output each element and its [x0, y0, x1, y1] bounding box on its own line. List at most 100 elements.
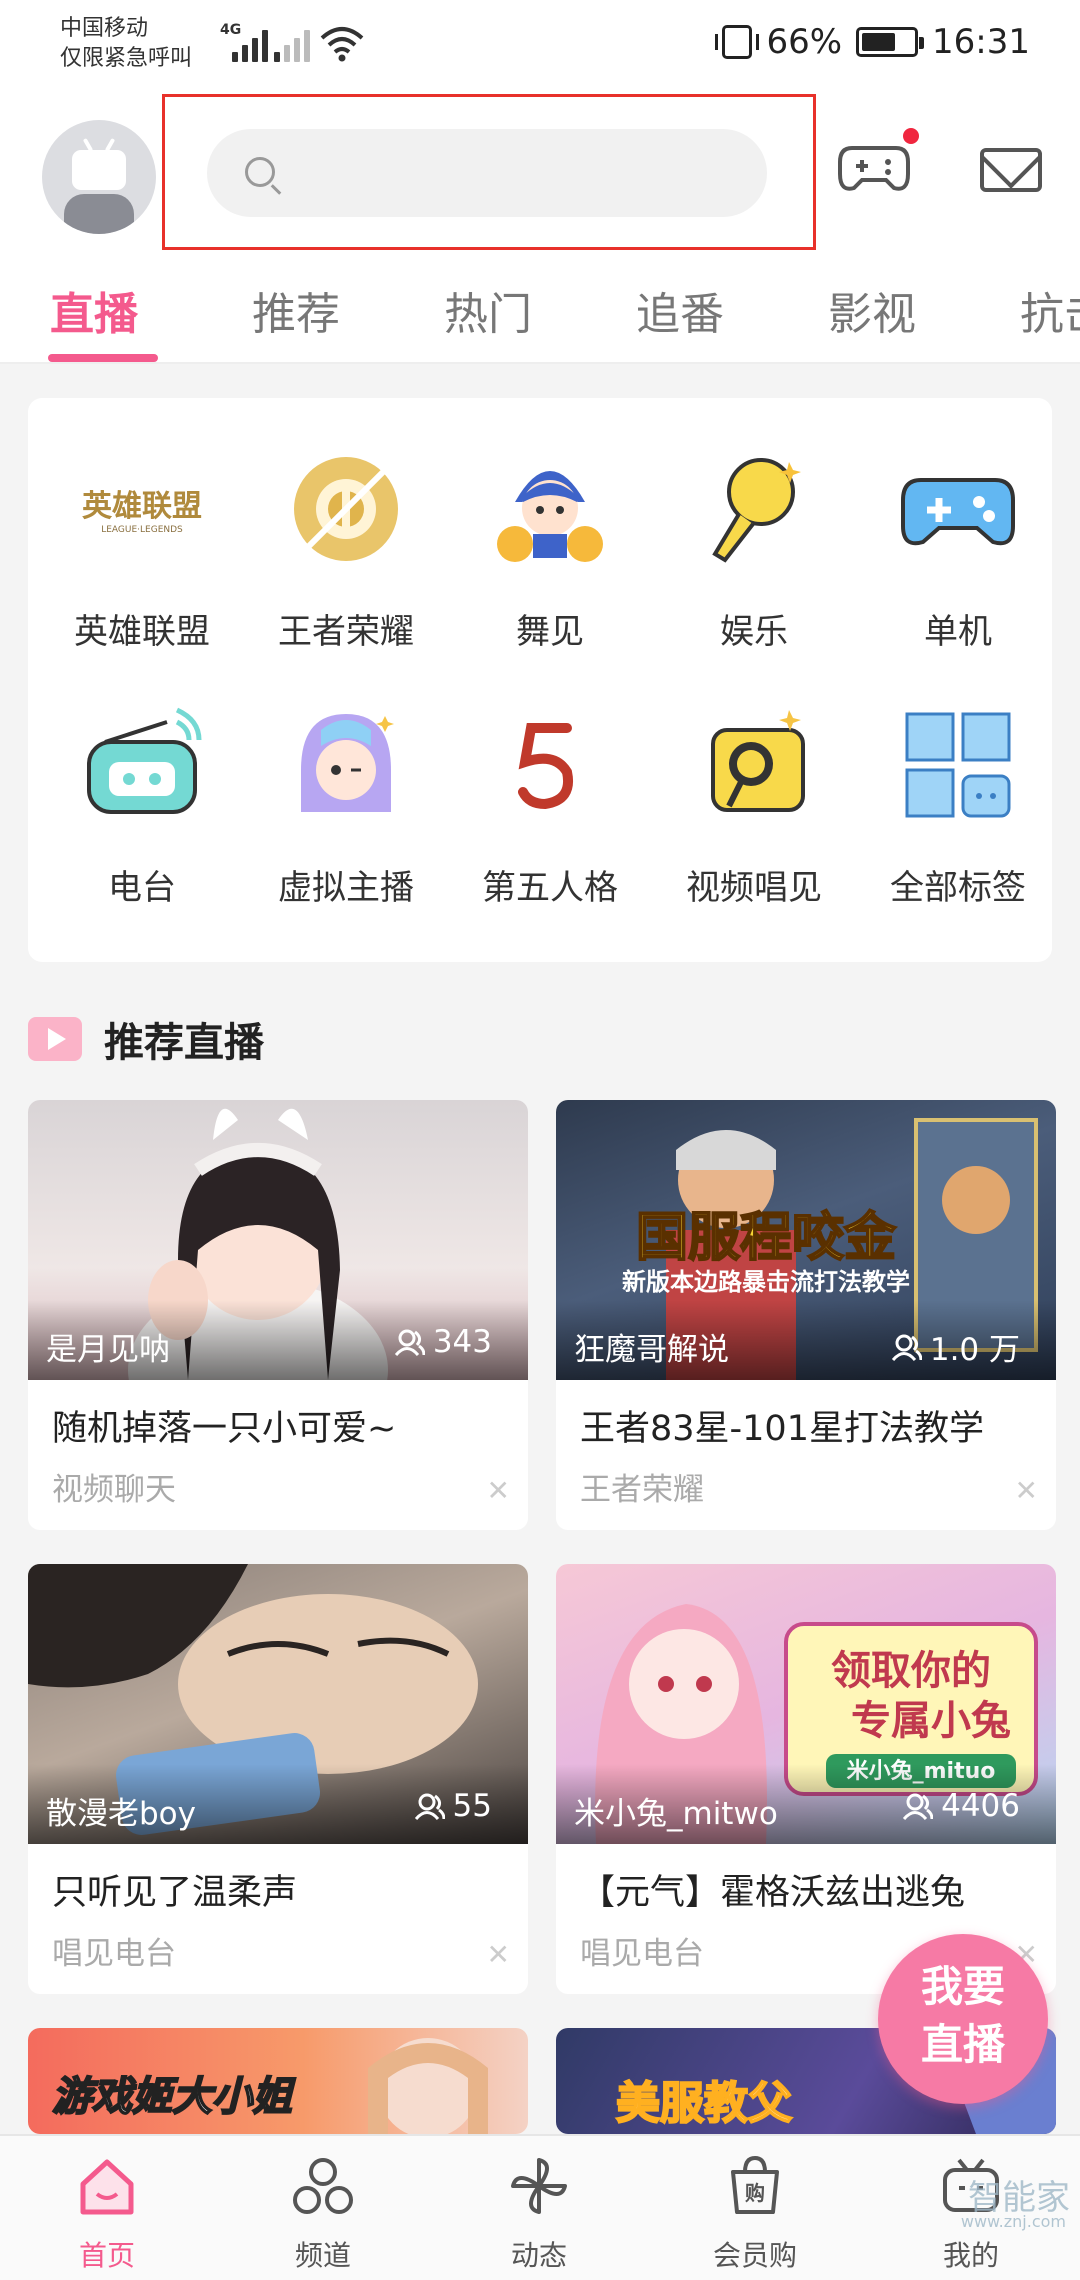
live-thumbnail: 游戏姬大小姐: [28, 2028, 528, 2134]
search-input[interactable]: [207, 129, 767, 217]
carrier-status: 仅限紧急呼叫: [60, 46, 193, 71]
nav-dynamic[interactable]: 动态: [464, 2154, 614, 2274]
viewer-number: 55: [452, 1788, 492, 1824]
viewers-icon: [394, 1328, 426, 1357]
identity-v-icon: [485, 700, 615, 830]
video-singing-icon: [689, 700, 819, 830]
section-title: 推荐直播: [104, 1020, 264, 1066]
thumbnail-overlay-title: 领取你的: [831, 1648, 991, 1694]
live-title: 【元气】霍格沃兹出逃兔: [580, 1873, 966, 1913]
category-video-singing[interactable]: 视频唱见: [652, 700, 856, 909]
go-live-line2: 直播: [920, 2020, 1005, 2069]
live-card[interactable]: 是月见呐 343 随机掉落一只小可爱~ 视频聊天 ✕: [28, 1100, 528, 1530]
category-virtual-streamer[interactable]: 虚拟主播: [244, 700, 448, 909]
viewer-count: 1.0 万: [891, 1324, 1020, 1369]
status-right: 66% 16:31: [715, 22, 1030, 62]
category-honor-of-kings[interactable]: 王者荣耀: [244, 444, 448, 653]
category-label: 全部标签: [890, 868, 1026, 908]
category-identity-v[interactable]: 第五人格: [448, 700, 652, 909]
tab-fight[interactable]: 抗击: [1020, 278, 1080, 342]
live-card[interactable]: 游戏姬大小姐: [28, 2028, 528, 2134]
viewer-number: 343: [432, 1324, 492, 1360]
channel-icon: [291, 2154, 355, 2218]
live-category: 视频聊天: [52, 1472, 176, 1508]
go-live-line1: 我要: [920, 1962, 1005, 2011]
game-center-icon[interactable]: [838, 140, 910, 196]
nav-member-shop[interactable]: 购 会员购: [680, 2154, 830, 2274]
dismiss-icon[interactable]: ✕: [487, 1474, 510, 1507]
tab-movies[interactable]: 影视: [828, 278, 916, 342]
live-title: 王者83星-101星打法教学: [580, 1409, 984, 1449]
league-of-legends-icon: 英雄联盟 LEAGUE·LEGENDS: [77, 444, 207, 574]
microphone-icon: [689, 444, 819, 574]
category-lol[interactable]: 英雄联盟 LEAGUE·LEGENDS 英雄联盟: [40, 444, 244, 653]
dismiss-icon[interactable]: ✕: [487, 1938, 510, 1971]
top-tabs: 直播 推荐 热门 追番 影视 抗击: [0, 260, 1080, 364]
category-all-tags[interactable]: 全部标签: [856, 700, 1060, 909]
watermark-url: www.znj.com: [960, 2212, 1066, 2231]
network-type: 4G: [220, 22, 242, 38]
nav-home[interactable]: 首页: [32, 2154, 182, 2274]
notification-dot: [903, 128, 919, 144]
category-dance[interactable]: 舞见: [448, 444, 652, 653]
category-grid: 英雄联盟 LEAGUE·LEGENDS 英雄联盟 王者荣耀 舞见 娱乐 单机 电台: [28, 398, 1052, 962]
shopping-bag-icon: 购: [723, 2154, 787, 2218]
anchor-name: 是月见呐: [46, 1332, 170, 1368]
category-label: 舞见: [516, 612, 584, 652]
bottom-navigation: 首页 频道 动态 购 会员购 我的: [0, 2134, 1080, 2280]
go-live-button[interactable]: 我要 直播: [878, 1934, 1048, 2104]
carrier-name: 中国移动: [60, 16, 149, 41]
category-label: 电台: [108, 868, 176, 908]
viewer-number: 4406: [941, 1788, 1020, 1824]
all-tags-icon: [893, 700, 1023, 830]
tab-anime[interactable]: 追番: [636, 278, 724, 342]
virtual-streamer-icon: [281, 700, 411, 830]
message-icon[interactable]: [980, 148, 1042, 192]
clock: 16:31: [932, 22, 1030, 62]
live-title: 随机掉落一只小可爱~: [52, 1409, 397, 1449]
status-bar: 中国移动 仅限紧急呼叫 4G 66% 16:31: [0, 0, 1080, 90]
svg-text:英雄联盟: 英雄联盟: [82, 489, 202, 524]
category-radio[interactable]: 电台: [40, 700, 244, 909]
viewer-count: 343: [394, 1324, 492, 1360]
category-label: 视频唱见: [686, 868, 822, 908]
anchor-name: 狂魔哥解说: [574, 1332, 729, 1368]
nav-label: 我的: [942, 2239, 999, 2272]
pinwheel-icon: [507, 2154, 571, 2218]
radio-icon: [77, 700, 207, 830]
signal-icon: 4G: [220, 22, 268, 62]
category-label: 王者荣耀: [278, 612, 414, 652]
live-card[interactable]: 散漫老boy 55 只听见了温柔声 唱见电台 ✕: [28, 1564, 528, 1994]
thumbnail-overlay-title-2: 专属小兔: [851, 1698, 1011, 1744]
category-entertainment[interactable]: 娱乐: [652, 444, 856, 653]
gamepad-icon: [893, 444, 1023, 574]
category-label: 娱乐: [720, 612, 788, 652]
tab-live[interactable]: 直播: [50, 278, 138, 342]
thumbnail-overlay-title: 国服程咬金: [636, 1208, 897, 1268]
avatar-tv-icon: [72, 150, 126, 190]
live-card[interactable]: 领取你的专属小兔米小兔_mituo 米小兔_mitwo 4406 【元气】霍格沃…: [556, 1564, 1056, 1994]
tab-recommend[interactable]: 推荐: [252, 278, 340, 342]
nav-channel[interactable]: 频道: [248, 2154, 398, 2274]
wifi-icon: [320, 27, 364, 62]
home-icon: [75, 2154, 139, 2218]
viewer-count: 4406: [902, 1788, 1020, 1824]
avatar[interactable]: [42, 120, 156, 234]
search-icon: [245, 157, 275, 187]
battery-percent: 66%: [766, 22, 843, 62]
category-single-player[interactable]: 单机: [856, 444, 1060, 653]
svg-text:购: 购: [745, 2181, 765, 2205]
dance-icon: [485, 444, 615, 574]
thumbnail-overlay-subtitle: 新版本边路暴击流打法教学: [622, 1268, 910, 1296]
search-highlight-box: [162, 94, 816, 250]
section-header: 推荐直播: [28, 1010, 264, 1068]
tab-hot[interactable]: 热门: [444, 278, 532, 342]
dismiss-icon[interactable]: ✕: [1015, 1474, 1038, 1507]
live-title: 只听见了温柔声: [52, 1873, 298, 1913]
nav-label: 会员购: [712, 2239, 797, 2272]
category-label: 单机: [924, 612, 992, 652]
viewers-icon: [414, 1792, 446, 1821]
viewer-number: 1.0 万: [929, 1332, 1020, 1368]
live-card[interactable]: 国服程咬金 新版本边路暴击流打法教学 狂魔哥解说 1.0 万 王者83星-101星…: [556, 1100, 1056, 1530]
active-tab-indicator: [48, 354, 158, 362]
